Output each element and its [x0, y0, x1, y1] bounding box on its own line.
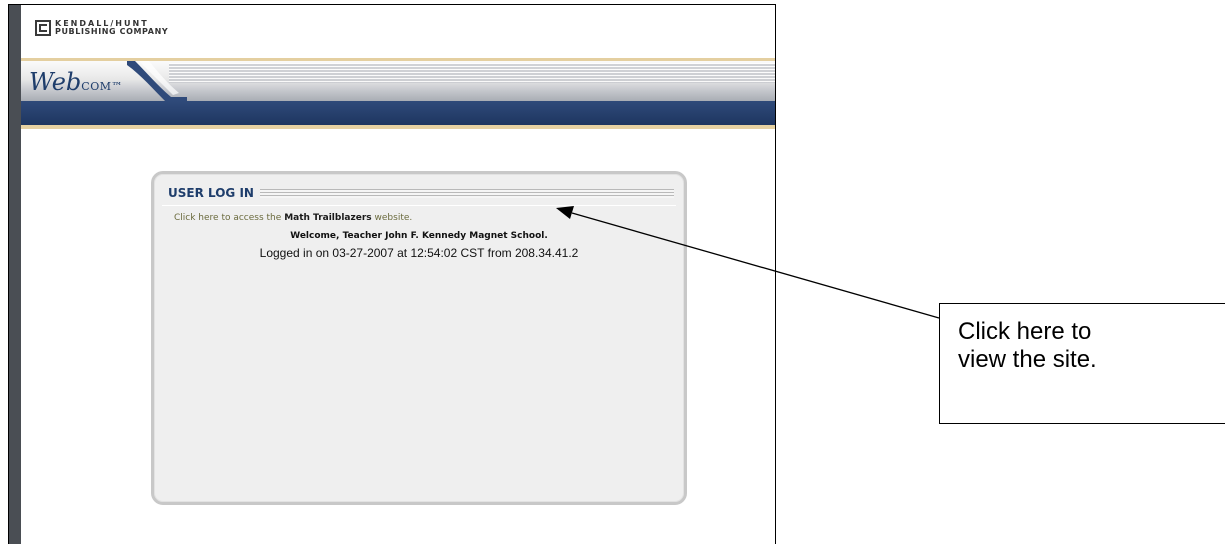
nav-bar-accent — [21, 125, 775, 129]
publisher-logo-icon — [35, 20, 51, 36]
browser-screenshot: KENDALL/HUNT PUBLISHING COMPANY WebCOM™ … — [8, 4, 776, 544]
banner-stripes — [169, 63, 775, 83]
access-suffix: website. — [374, 213, 413, 223]
annotation-callout: Click here to view the site. — [939, 303, 1225, 424]
callout-line-2: view the site. — [958, 346, 1097, 373]
access-line: Click here to access the Math Trailblaze… — [174, 213, 412, 223]
publisher-subtitle: PUBLISHING COMPANY — [55, 27, 169, 36]
webcom-logo-suffix: COM — [81, 80, 112, 93]
webcom-logo-name: Web — [29, 68, 82, 96]
login-status: Logged in on 03-27-2007 at 12:54:02 CST … — [259, 246, 579, 260]
panel-title-rule — [259, 188, 674, 198]
user-login-panel: USER LOG IN Click here to access the Mat… — [151, 171, 687, 505]
nav-bar — [21, 101, 775, 125]
banner-swoosh-graphic — [127, 61, 187, 103]
math-trailblazers-link[interactable]: Math Trailblazers — [284, 213, 371, 223]
access-prefix: Click here to access the — [174, 213, 282, 223]
panel-divider — [162, 205, 676, 206]
left-sidebar-strip — [9, 5, 21, 544]
callout-line-1: Click here to — [958, 318, 1092, 345]
panel-title: USER LOG IN — [168, 186, 254, 200]
webcom-logo-tm: ™ — [111, 80, 123, 93]
panel-header: USER LOG IN — [168, 185, 674, 201]
welcome-message: Welcome, Teacher John F. Kennedy Magnet … — [290, 231, 548, 241]
publisher-logo: KENDALL/HUNT PUBLISHING COMPANY — [35, 18, 168, 38]
webcom-logo: WebCOM™ — [29, 69, 123, 100]
